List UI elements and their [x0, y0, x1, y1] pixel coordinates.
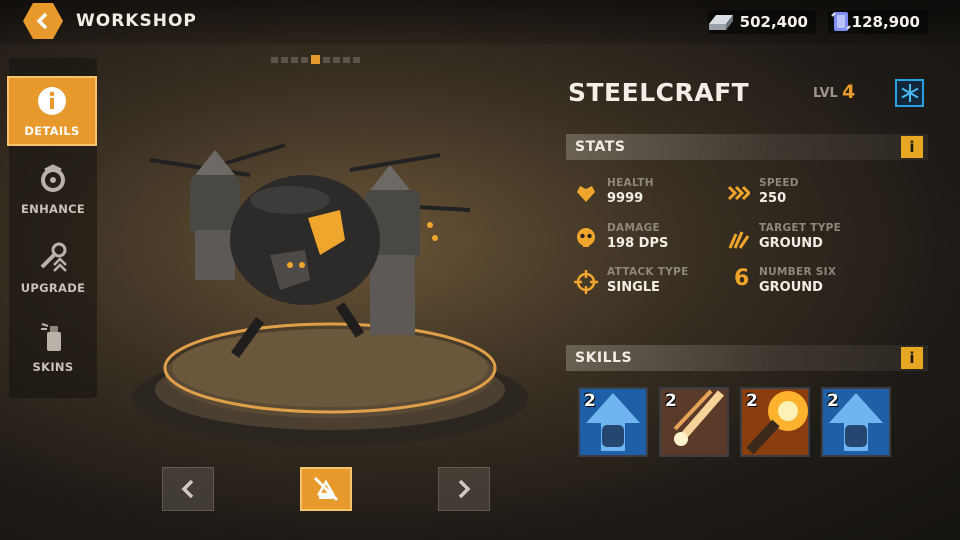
stat-label: ATTACK TYPE	[607, 266, 689, 278]
skills-title: SKILLS	[575, 350, 633, 366]
steel-amount: 502,400	[739, 13, 808, 31]
stat-label: HEALTH	[607, 177, 654, 189]
steel-currency[interactable]: 502,400	[708, 10, 816, 34]
crystal-icon	[831, 12, 851, 31]
stat-label: TARGET TYPE	[759, 222, 842, 234]
sidebar-item-upgrade[interactable]: UPGRADE	[9, 232, 97, 304]
stat-value: 198 DPS	[607, 236, 669, 251]
stats-header: STATS i	[566, 134, 928, 160]
skill-level: 2	[584, 391, 596, 411]
chevron-left-icon	[36, 12, 48, 30]
stat-attack-type: ATTACK TYPE SINGLE	[574, 266, 734, 300]
sidebar: DETAILS ENHANCE UPGRADE SKINS	[7, 58, 97, 398]
skill-slot-4[interactable]: 2	[821, 387, 891, 457]
skills-header: SKILLS i	[566, 345, 928, 371]
sidebar-item-label: SKINS	[32, 360, 74, 374]
spray-can-icon	[41, 323, 61, 351]
sidebar-item-label: ENHANCE	[20, 202, 86, 216]
page-dot[interactable]	[271, 57, 278, 63]
sidebar-item-details[interactable]: DETAILS	[7, 76, 97, 146]
sidebar-item-label: UPGRADE	[20, 281, 86, 295]
page-dot[interactable]	[281, 57, 288, 63]
sidebar-item-label: DETAILS	[24, 124, 80, 138]
stat-label: SPEED	[759, 177, 799, 189]
stat-value: GROUND	[759, 236, 823, 251]
stats-info-button[interactable]: i	[901, 136, 923, 158]
hide-model-icon	[313, 476, 339, 502]
page-dot[interactable]	[323, 57, 330, 63]
stat-value: 250	[759, 191, 787, 206]
stat-number-six: 6 NUMBER SIX GROUND	[726, 266, 886, 300]
enhance-icon	[41, 164, 65, 192]
skill-level: 2	[746, 391, 758, 411]
level-label: LVL	[813, 86, 838, 101]
skill-slot-3[interactable]: 2	[740, 387, 810, 457]
chevron-left-icon	[181, 479, 194, 499]
page-indicator	[271, 55, 360, 64]
stats-title: STATS	[575, 139, 626, 155]
freeze-button[interactable]	[895, 79, 924, 107]
top-bar: WORKSHOP 502,400 128,900	[0, 0, 960, 44]
info-icon	[38, 87, 66, 115]
heart-icon	[577, 186, 595, 202]
skill-level: 2	[827, 391, 839, 411]
previous-unit-button[interactable]	[162, 467, 214, 511]
page-dot[interactable]	[353, 57, 360, 63]
stat-label: DAMAGE	[607, 222, 661, 234]
chevron-right-icon	[458, 479, 471, 499]
hide-unit-toggle-button[interactable]	[300, 467, 352, 511]
skill-level: 2	[665, 391, 677, 411]
skull-icon	[577, 228, 595, 247]
crosshair-icon	[574, 270, 598, 294]
stat-value: 9999	[607, 191, 644, 206]
page-dot[interactable]	[291, 57, 298, 63]
stat-speed: SPEED 250	[726, 177, 886, 211]
crystal-amount: 128,900	[851, 13, 920, 31]
claw-icon	[728, 231, 750, 249]
level-value: 4	[842, 81, 856, 103]
sidebar-item-enhance[interactable]: ENHANCE	[9, 153, 97, 225]
stat-value: SINGLE	[607, 280, 660, 295]
stat-label: NUMBER SIX	[759, 266, 837, 278]
stat-health: HEALTH 9999	[574, 177, 734, 211]
sidebar-item-skins[interactable]: SKINS	[9, 311, 97, 383]
next-unit-button[interactable]	[438, 467, 490, 511]
crystal-currency[interactable]: 128,900	[828, 10, 928, 34]
stat-target-type: TARGET TYPE GROUND	[726, 222, 886, 256]
page-dot[interactable]	[333, 57, 340, 63]
skill-slot-2[interactable]: 2	[659, 387, 729, 457]
speed-chevrons-icon	[727, 185, 750, 201]
page-dot[interactable]	[301, 57, 308, 63]
skill-slot-1[interactable]: 2	[578, 387, 648, 457]
number-six-icon: 6	[734, 266, 750, 291]
stat-damage: DAMAGE 198 DPS	[574, 222, 734, 256]
skills-info-button[interactable]: i	[901, 347, 923, 369]
page-dot-active[interactable]	[311, 55, 320, 64]
page-dot[interactable]	[343, 57, 350, 63]
steel-ingot-icon	[709, 15, 733, 30]
stat-value: GROUND	[759, 280, 823, 295]
snowflake-icon	[901, 84, 918, 102]
page-title: WORKSHOP	[76, 11, 197, 31]
back-button[interactable]	[23, 3, 63, 39]
unit-name: STEELCRAFT	[568, 78, 750, 107]
wrench-upgrade-icon	[40, 242, 67, 272]
steelcraft-unit-model	[149, 143, 471, 358]
